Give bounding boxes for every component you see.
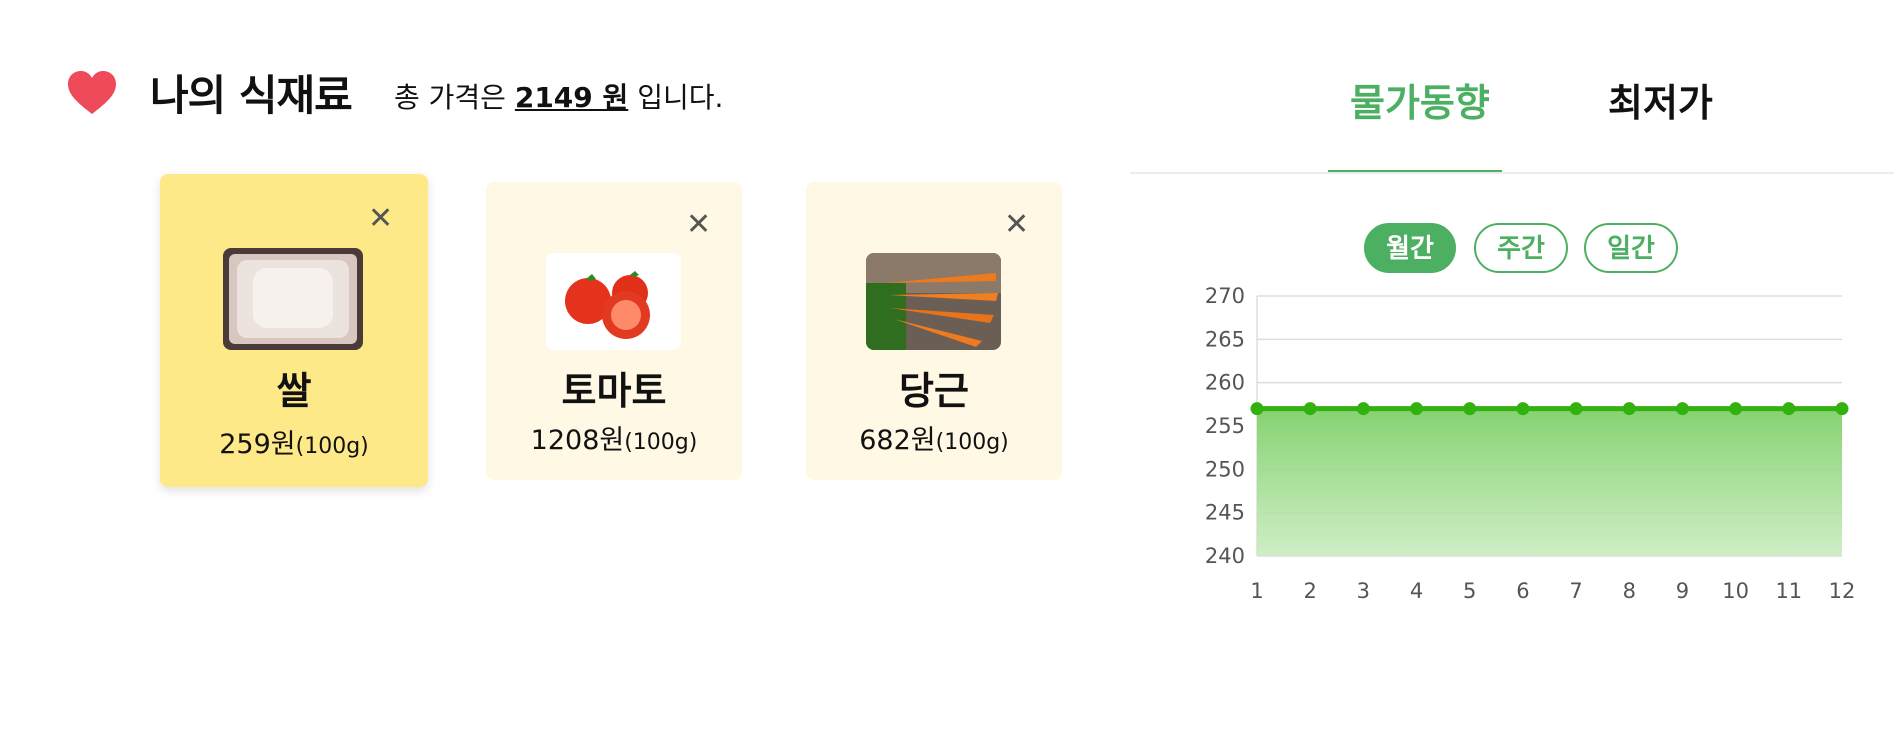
tab-price-trend[interactable]: 물가동향	[1350, 72, 1490, 127]
ingredient-price: 259원(100g)	[160, 422, 428, 461]
ingredient-name: 토마토	[561, 369, 667, 413]
x-tick-label: 9	[1676, 579, 1689, 603]
x-tick-label: 8	[1623, 579, 1636, 603]
ingredient-name: 쌀	[276, 369, 312, 413]
page-title: 나의 식재료	[150, 71, 353, 120]
price-value: 259원	[219, 429, 296, 460]
data-point	[1675, 402, 1689, 416]
ingredient-card-carrot[interactable]: ✕ 당근 682원(100g)	[806, 182, 1062, 480]
x-tick-label: 6	[1516, 579, 1529, 603]
y-tick-label: 265	[1205, 327, 1245, 351]
close-icon[interactable]: ✕	[1004, 210, 1029, 240]
heart-icon	[68, 71, 116, 114]
price-trend-chart: 2402452502552602652701 2 3 4 5 6 7 8 9 10 11 12	[1205, 284, 1856, 603]
area-fill	[1257, 408, 1842, 556]
carrot-photo	[866, 253, 1001, 350]
x-tick-label: 3	[1357, 579, 1370, 603]
summary-suffix: 입니다.	[628, 81, 724, 114]
x-tick-label: 11	[1775, 579, 1802, 603]
x-tick-label: 1	[1250, 579, 1263, 603]
summary-prefix: 총 가격은	[394, 81, 515, 114]
data-point	[1782, 402, 1796, 416]
period-daily-button[interactable]: 일간	[1584, 223, 1678, 273]
ingredient-card-tomato[interactable]: ✕ 토마토 1208원(100g)	[486, 182, 742, 480]
data-point	[1569, 402, 1583, 416]
price-value: 1208원	[530, 425, 625, 456]
tomato-photo	[546, 253, 681, 350]
data-point	[1729, 402, 1743, 416]
x-tick-label: 7	[1569, 579, 1582, 603]
x-tick-label: 2	[1303, 579, 1316, 603]
price-unit: (100g)	[295, 434, 369, 459]
data-point	[1250, 402, 1264, 416]
price-value: 682원	[859, 425, 936, 456]
price-unit: (100g)	[935, 430, 1009, 455]
ingredient-card-rice[interactable]: ✕ 쌀 259원(100g)	[160, 174, 428, 487]
total-price-summary: 총 가격은 2149 원 입니다.	[394, 76, 723, 116]
data-point	[1303, 402, 1317, 416]
y-tick-label: 260	[1205, 371, 1245, 395]
x-tick-label: 12	[1829, 579, 1856, 603]
ingredient-price: 682원(100g)	[806, 418, 1062, 457]
x-tick-label: 5	[1463, 579, 1476, 603]
data-point	[1356, 402, 1370, 416]
ingredient-name: 당근	[899, 369, 969, 413]
period-monthly-button[interactable]: 월간	[1364, 223, 1456, 273]
total-price: 2149 원	[514, 81, 629, 114]
price-unit: (100g)	[624, 430, 698, 455]
data-point	[1463, 402, 1477, 416]
close-icon[interactable]: ✕	[686, 210, 711, 240]
close-icon[interactable]: ✕	[368, 204, 393, 234]
y-tick-label: 255	[1205, 414, 1245, 438]
x-tick-label: 4	[1410, 579, 1423, 603]
x-tick-label: 10	[1722, 579, 1749, 603]
y-tick-label: 250	[1205, 457, 1245, 481]
period-weekly-button[interactable]: 주간	[1474, 223, 1568, 273]
data-point	[1410, 402, 1424, 416]
rice-photo	[223, 248, 363, 350]
tab-divider	[1130, 172, 1894, 174]
y-tick-label: 245	[1205, 501, 1245, 525]
ingredient-price: 1208원(100g)	[486, 418, 742, 457]
y-tick-label: 270	[1205, 284, 1245, 308]
data-point	[1622, 402, 1636, 416]
tab-lowest-price[interactable]: 최저가	[1608, 72, 1713, 127]
data-point	[1516, 402, 1530, 416]
y-tick-label: 240	[1205, 544, 1245, 568]
data-point	[1835, 402, 1849, 416]
